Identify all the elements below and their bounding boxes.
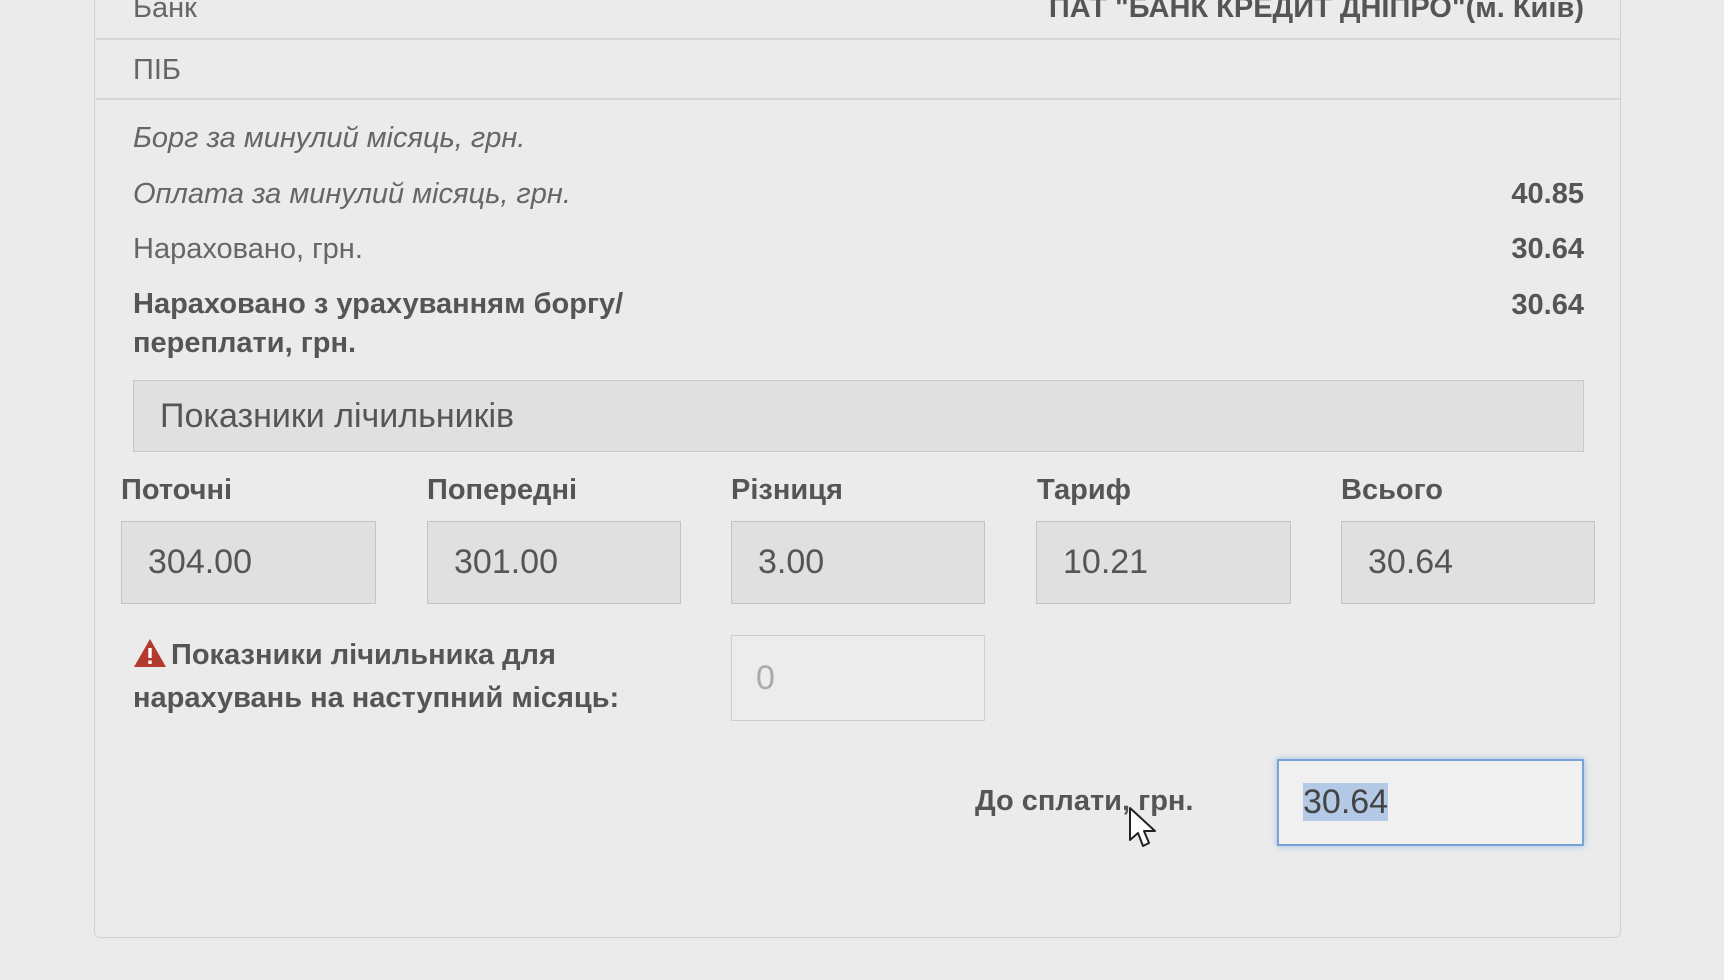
meters-section-header: Показники лічильників (133, 380, 1584, 452)
to-pay-input[interactable]: 30.64 (1277, 759, 1584, 846)
next-month-reading-input[interactable]: 0 (731, 635, 985, 721)
bank-value: ПАТ "БАНК КРЕДИТ ДНІПРО"(м. Київ) (1048, 0, 1584, 24)
divider (96, 98, 1620, 100)
bank-label: Банк (133, 0, 197, 24)
payment-prev-month-label: Оплата за минулий місяць, грн. (133, 178, 571, 210)
meter-difference-label: Різниця (731, 474, 843, 506)
meter-total-label: Всього (1341, 474, 1444, 506)
meter-difference-field: 3.00 (731, 521, 985, 604)
payment-prev-month-value: 40.85 (1511, 178, 1584, 210)
debt-prev-month-label: Борг за минулий місяць, грн. (133, 122, 526, 154)
meter-current-field: 304.00 (121, 521, 376, 604)
accrued-label: Нараховано, грн. (133, 233, 363, 265)
meter-previous-label: Попередні (427, 474, 578, 506)
to-pay-label: До сплати, грн. (975, 785, 1194, 817)
meter-tariff-label: Тариф (1037, 474, 1132, 506)
next-month-label: Показники лічильника для нарахувань на н… (133, 638, 620, 714)
accrued-with-debt-label: Нараховано з урахуванням боргу/ переплат… (133, 288, 624, 359)
accrued-with-debt-value: 30.64 (1511, 289, 1584, 321)
meter-tariff-field: 10.21 (1036, 521, 1291, 604)
mouse-cursor-icon (1128, 806, 1158, 855)
meter-previous-field: 301.00 (427, 521, 681, 604)
divider (96, 38, 1620, 40)
meter-current-label: Поточні (121, 474, 233, 506)
accrued-value: 30.64 (1511, 233, 1584, 265)
meter-total-field: 30.64 (1341, 521, 1595, 604)
warning-icon (133, 638, 167, 679)
pib-label: ПІБ (133, 54, 181, 86)
